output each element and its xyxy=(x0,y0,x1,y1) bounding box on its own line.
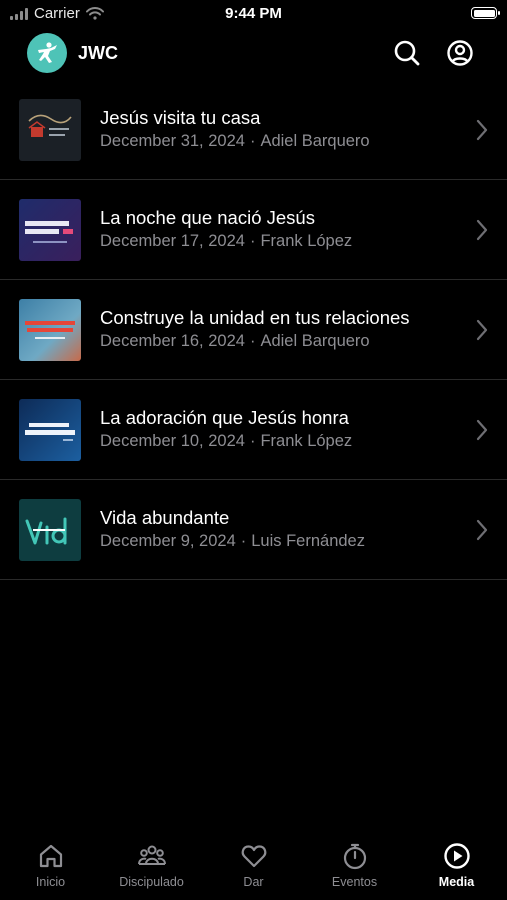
chevron-right-icon xyxy=(476,419,488,441)
profile-icon xyxy=(447,40,473,66)
heart-icon xyxy=(241,845,266,868)
media-thumbnail xyxy=(19,199,81,261)
media-date: December 9, 2024 xyxy=(100,532,236,550)
media-thumbnail xyxy=(19,99,81,161)
search-button[interactable] xyxy=(392,38,422,68)
meta-separator: · xyxy=(240,532,247,550)
tab-label: Inicio xyxy=(35,875,66,889)
tab-label: Eventos xyxy=(331,875,378,889)
home-icon xyxy=(39,844,62,868)
media-speaker: Adiel Barquero xyxy=(260,132,370,150)
media-meta: December 17, 2024 · Frank López xyxy=(100,232,352,251)
media-date: December 16, 2024 xyxy=(100,332,245,350)
chevron-right-icon xyxy=(476,119,488,141)
app-header: JWC xyxy=(0,30,507,76)
status-time: 9:44 PM xyxy=(225,5,282,22)
media-title: Vida abundante xyxy=(100,507,230,528)
media-list-item[interactable]: La adoración que Jesús honra December 10… xyxy=(0,380,507,480)
battery-icon xyxy=(471,7,500,19)
media-list-item[interactable]: Jesús visita tu casa December 31, 2024 · A… xyxy=(0,80,507,180)
media-list-item[interactable]: La noche que nació Jesús December 17, 20… xyxy=(0,180,507,280)
meta-separator: · xyxy=(249,132,256,150)
stopwatch-icon xyxy=(343,843,366,870)
media-date: December 17, 2024 xyxy=(100,232,245,250)
tab-discipulado[interactable]: Discipulado xyxy=(101,842,202,898)
media-meta: December 9, 2024 · Luis Fernández xyxy=(100,532,365,551)
chevron-right-icon xyxy=(476,219,488,241)
meta-separator: · xyxy=(249,432,256,450)
status-bar: Carrier 9:44 PM xyxy=(0,0,507,28)
group-icon xyxy=(137,845,166,865)
media-date: December 10, 2024 xyxy=(100,432,245,450)
media-list-item[interactable]: Construye la unidad en tus relaciones De… xyxy=(0,280,507,380)
tab-inicio[interactable]: Inicio xyxy=(0,842,101,898)
media-meta: December 10, 2024 · Frank López xyxy=(100,432,352,451)
tab-bar: Inicio Discipulado Dar Eventos Media xyxy=(0,838,507,900)
tab-label: Discipulado xyxy=(119,875,184,889)
media-list: Jesús visita tu casa December 31, 2024 · A… xyxy=(0,80,507,580)
media-thumbnail xyxy=(19,299,81,361)
media-list-item[interactable]: Vida abundante December 9, 2024 · Luis Fer… xyxy=(0,480,507,580)
tab-media[interactable]: Media xyxy=(406,842,507,898)
meta-separator: · xyxy=(249,332,256,350)
battery-fill xyxy=(473,9,495,17)
media-thumbnail xyxy=(19,399,81,461)
media-meta: December 16, 2024 · Adiel Barquero xyxy=(100,332,370,351)
jwc-logo-icon[interactable] xyxy=(27,33,67,73)
media-speaker: Frank López xyxy=(260,232,353,250)
media-title: Construye la unidad en tus relaciones xyxy=(100,307,410,328)
search-icon xyxy=(394,40,420,66)
media-date: December 31, 2024 xyxy=(100,132,245,150)
chevron-right-icon xyxy=(476,319,488,341)
media-title: Jesús visita tu casa xyxy=(100,107,261,128)
play-circle-icon xyxy=(443,843,470,869)
media-speaker: Luis Fernández xyxy=(251,532,365,550)
meta-separator: · xyxy=(249,232,256,250)
brand-name: JWC xyxy=(78,43,118,63)
media-speaker: Adiel Barquero xyxy=(260,332,370,350)
chevron-right-icon xyxy=(476,519,488,541)
profile-button[interactable] xyxy=(445,38,475,68)
tab-eventos[interactable]: Eventos xyxy=(304,842,405,898)
media-thumbnail xyxy=(19,499,81,561)
media-title: La adoración que Jesús honra xyxy=(100,407,349,428)
media-meta: December 31, 2024 · Adiel Barquero xyxy=(100,132,370,151)
media-speaker: Frank López xyxy=(260,432,353,450)
tab-label: Media xyxy=(438,875,475,889)
tab-label: Dar xyxy=(243,875,264,889)
media-title: La noche que nació Jesús xyxy=(100,207,315,228)
tab-dar[interactable]: Dar xyxy=(203,842,304,898)
